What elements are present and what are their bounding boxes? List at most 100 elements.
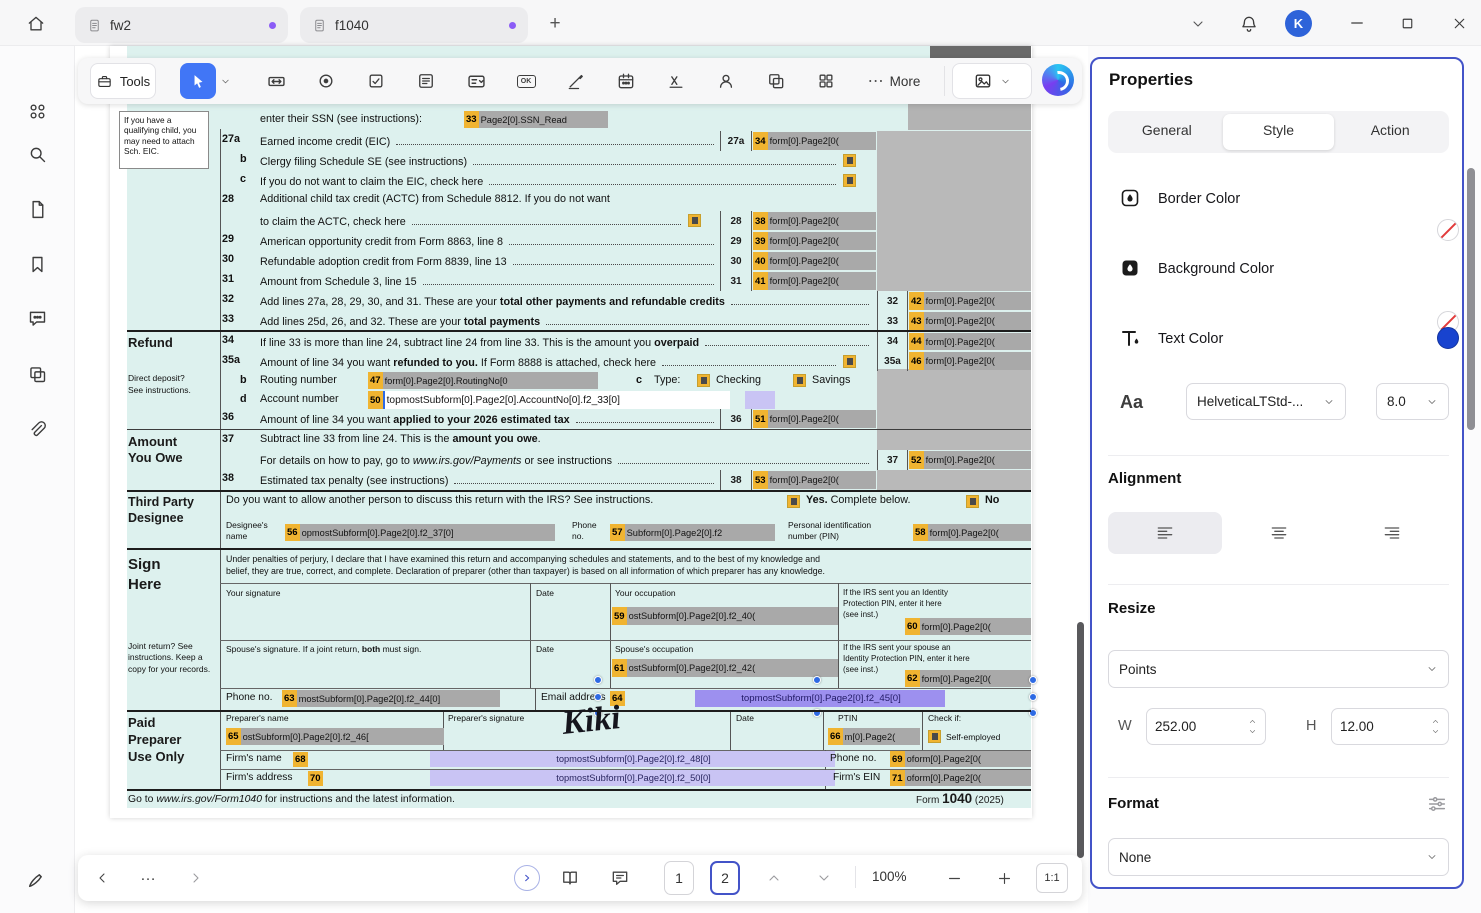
sidebar-pages-button[interactable] — [20, 192, 54, 226]
checkbox-field-badge[interactable] — [787, 495, 800, 508]
sidebar-attachments-button[interactable] — [20, 412, 54, 446]
form-field[interactable]: 41form[0].Page2[0( — [753, 272, 876, 290]
form-field[interactable]: 62form[0].Page2[0( — [905, 670, 1031, 687]
list-box-tool[interactable] — [408, 63, 444, 99]
form-field-selected[interactable]: 50 topmostSubform[0].Page2[0].AccountNo[… — [368, 391, 730, 409]
notifications-button[interactable] — [1234, 9, 1264, 39]
prev-view-button[interactable] — [88, 864, 116, 892]
select-tool-dropdown[interactable] — [218, 71, 232, 91]
home-button[interactable] — [20, 9, 52, 39]
button-field-tool[interactable]: OK — [508, 63, 544, 99]
selection-handle[interactable] — [1029, 693, 1037, 701]
checkbox-field-badge[interactable] — [793, 374, 806, 387]
form-field[interactable]: 60form[0].Page2[0( — [905, 618, 1031, 635]
checkbox-field-badge[interactable] — [843, 174, 856, 187]
tab-f1040[interactable]: f1040 — [300, 7, 528, 43]
tab-list-button[interactable] — [1184, 11, 1212, 37]
tab-action[interactable]: Action — [1334, 114, 1446, 150]
form-field-ssn[interactable]: 33 Page2[0].SSN_Read — [464, 111, 608, 128]
form-field[interactable]: 58form[0].Page2[0( — [913, 524, 1031, 541]
form-field[interactable]: 39form[0].Page2[0( — [753, 232, 876, 250]
new-tab-button[interactable]: + — [542, 11, 568, 37]
font-size-select[interactable]: 8.0 — [1376, 383, 1449, 420]
panel-scrollbar[interactable] — [1467, 168, 1475, 430]
form-field-stub[interactable] — [745, 391, 775, 409]
form-field[interactable]: 57Subform[0].Page2[0].f2 — [610, 524, 775, 541]
text-color-swatch[interactable] — [1437, 327, 1459, 349]
form-field[interactable]: 42form[0].Page2[0( — [909, 292, 1031, 310]
maximize-button[interactable] — [1392, 9, 1422, 37]
arrange-fields-tool[interactable] — [808, 63, 844, 99]
form-field[interactable]: 47form[0].Page2[0].RoutingNo[0 — [368, 372, 598, 389]
text-field-tool[interactable] — [258, 63, 294, 99]
form-field[interactable]: 51form[0].Page2[0( — [753, 410, 876, 428]
sidebar-bookmarks-button[interactable] — [20, 247, 54, 281]
digital-signature-tool[interactable] — [658, 63, 694, 99]
form-field[interactable]: 43form[0].Page2[0( — [909, 312, 1031, 330]
select-tool-button[interactable] — [180, 63, 216, 99]
checkbox-field-badge[interactable] — [688, 214, 701, 227]
format-select[interactable]: None — [1108, 838, 1449, 876]
stamp-image-button[interactable] — [952, 63, 1032, 99]
form-field[interactable]: 56opmostSubform[0].Page2[0].f2_37[0] — [285, 524, 555, 541]
height-stepper[interactable]: 12.00 — [1331, 708, 1449, 745]
date-field-tool[interactable] — [608, 63, 644, 99]
selection-handle[interactable] — [813, 676, 821, 684]
page-2-button[interactable]: 2 — [710, 861, 740, 895]
canvas-scrollbar[interactable] — [1077, 622, 1084, 858]
more-button[interactable]: ⋯ More — [852, 63, 936, 99]
form-field[interactable]: 52form[0].Page2[0( — [909, 451, 1031, 469]
resize-unit-select[interactable]: Points — [1108, 650, 1449, 688]
checkbox-field-badge[interactable] — [843, 154, 856, 167]
stepper-arrows[interactable] — [1248, 717, 1257, 736]
sidebar-apps-button[interactable] — [20, 94, 54, 128]
selection-handle[interactable] — [594, 676, 602, 684]
zoom-out-button[interactable] — [940, 864, 968, 892]
checkbox-tool[interactable] — [358, 63, 394, 99]
sidebar-comments-button[interactable] — [20, 301, 54, 335]
stepper-arrows[interactable] — [1431, 717, 1440, 736]
form-field[interactable]: 69oform[0].Page2[0( — [890, 751, 1031, 767]
form-field[interactable]: 61ostSubform[0].Page2[0].f2_42( — [612, 659, 838, 677]
form-field[interactable]: 44form[0].Page2[0( — [909, 333, 1031, 350]
form-field-email-selected[interactable]: topmostSubform[0].Page2[0].f2_45[0] — [695, 690, 945, 707]
align-center-button[interactable] — [1222, 512, 1336, 554]
checkbox-field-badge[interactable] — [843, 355, 856, 368]
dropdown-field-tool[interactable] — [458, 63, 494, 99]
form-field[interactable]: 53form[0].Page2[0( — [753, 471, 876, 489]
selection-handle[interactable] — [1029, 676, 1037, 684]
comments-toggle-button[interactable] — [606, 864, 634, 892]
image-field-tool[interactable] — [708, 63, 744, 99]
form-field[interactable]: 65ostSubform[0].Page2[0].f2_46[ — [226, 728, 444, 745]
sidebar-search-button[interactable] — [20, 137, 54, 171]
tab-style[interactable]: Style — [1223, 114, 1335, 150]
form-field[interactable]: topmostSubform[0].Page2[0].f2_50[0] — [430, 770, 835, 786]
form-field[interactable]: 40form[0].Page2[0( — [753, 252, 876, 270]
form-field[interactable]: 63mostSubform[0].Page2[0].f2_44[0] — [282, 690, 500, 707]
checkbox-field-badge[interactable] — [966, 495, 979, 508]
page-1-button[interactable]: 1 — [664, 861, 694, 895]
form-field[interactable]: 66m[0].Page2( — [828, 728, 920, 745]
form-field[interactable]: 71oform[0].Page2[0( — [890, 770, 1031, 786]
tab-fw2[interactable]: fw2 — [75, 7, 288, 43]
tab-general[interactable]: General — [1111, 114, 1223, 150]
form-field[interactable]: 46form[0].Page2[0( — [909, 352, 1031, 370]
form-field[interactable]: 34form[0].Page2[0( — [753, 132, 876, 150]
checkbox-field-badge[interactable] — [697, 374, 710, 387]
reading-mode-button[interactable] — [556, 864, 584, 892]
actual-size-button[interactable]: 1:1 — [1036, 863, 1068, 893]
user-avatar[interactable]: K — [1285, 10, 1312, 37]
align-right-button[interactable] — [1335, 512, 1449, 554]
format-settings-icon[interactable] — [1426, 793, 1448, 815]
zoom-in-button[interactable] — [990, 864, 1018, 892]
border-color-swatch[interactable] — [1437, 219, 1459, 241]
ai-assistant-button[interactable] — [1042, 64, 1074, 96]
font-family-select[interactable]: HelveticaLTStd-... — [1186, 383, 1346, 420]
tools-button[interactable]: Tools — [90, 63, 156, 99]
signature-field-tool[interactable] — [558, 63, 594, 99]
minimize-button[interactable] — [1342, 9, 1372, 37]
form-field[interactable]: 38form[0].Page2[0( — [753, 212, 876, 230]
next-page-button[interactable] — [810, 864, 838, 892]
width-stepper[interactable]: 252.00 — [1146, 708, 1266, 745]
sidebar-pen-button[interactable] — [20, 862, 54, 896]
